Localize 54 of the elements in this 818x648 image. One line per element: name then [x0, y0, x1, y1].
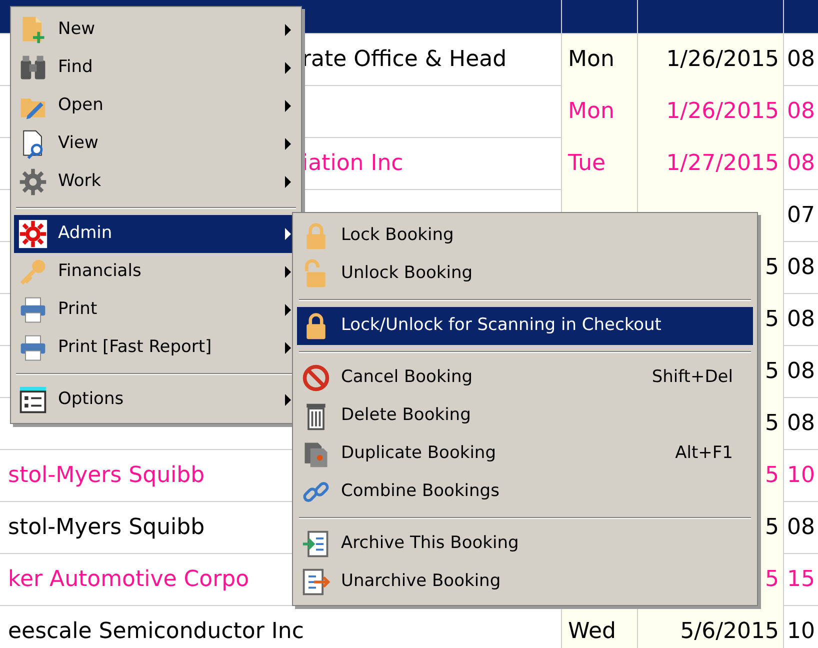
table-cell: 5/6/2015: [680, 619, 779, 644]
shortcut-label: Alt+F1: [675, 442, 734, 466]
table-cell: 10: [787, 463, 815, 488]
archive-arrow-icon: [301, 529, 331, 559]
table-cell: 15: [787, 567, 815, 592]
gear-icon: [18, 167, 48, 197]
table-cell: Mon: [568, 99, 614, 124]
menu-item[interactable]: Unarchive Booking: [297, 563, 753, 601]
shortcut-label: Shift+Del: [652, 366, 734, 390]
table-cell: 08: [787, 151, 815, 176]
menu-item[interactable]: Find: [14, 49, 298, 87]
options-list-icon: [18, 385, 48, 415]
menu-item[interactable]: Lock Booking: [297, 217, 753, 255]
table-cell: ker Automotive Corpo: [8, 567, 250, 592]
menu-item[interactable]: Delete Booking: [297, 397, 753, 435]
table-cell: Tue: [568, 151, 606, 176]
menu-item[interactable]: Archive This Booking: [297, 525, 753, 563]
menu-item[interactable]: Combine Bookings: [297, 473, 753, 511]
table-cell: Wed: [568, 619, 616, 644]
menu-item[interactable]: Open: [14, 87, 298, 125]
prohibited-icon: [301, 363, 331, 393]
menu-item[interactable]: Lock/Unlock for Scanning in Checkout: [297, 307, 753, 345]
table-cell: 5: [765, 359, 779, 384]
table-cell: 08: [787, 411, 815, 436]
table-cell: 08: [787, 307, 815, 332]
table-cell: 5: [765, 567, 779, 592]
table-cell: 1/26/2015: [666, 99, 779, 124]
table-cell: eescale Semiconductor Inc: [8, 619, 304, 644]
table-cell: Mon: [568, 47, 614, 72]
table-cell: stol-Myers Squibb: [8, 515, 205, 540]
table-cell: 1/27/2015: [666, 151, 779, 176]
menu-item[interactable]: Unlock Booking: [297, 255, 753, 293]
menu-item[interactable]: Cancel Booking Shift+Del: [297, 359, 753, 397]
table-cell: 07: [787, 203, 815, 228]
menu-item[interactable]: Duplicate Booking Alt+F1: [297, 435, 753, 473]
printer-icon: [18, 295, 48, 325]
gear-icon: [18, 219, 48, 249]
table-cell: iation Inc: [302, 151, 404, 176]
table-cell: 5: [765, 411, 779, 436]
table-cell: 5: [765, 515, 779, 540]
table-cell: 1/26/2015: [666, 47, 779, 72]
printer-icon: [18, 333, 48, 363]
table-cell: 08: [787, 255, 815, 280]
table-cell: 08: [787, 515, 815, 540]
table-cell: 5: [765, 307, 779, 332]
key-icon: [18, 257, 48, 287]
table-cell: 08: [787, 47, 815, 72]
table-cell: 10: [787, 619, 815, 644]
table-cell: 08: [787, 359, 815, 384]
table-cell: 5: [765, 463, 779, 488]
table-cell: stol-Myers Squibb: [8, 463, 205, 488]
table-cell: 5: [765, 255, 779, 280]
table-cell: 08: [787, 99, 815, 124]
unarchive-arrow-icon: [301, 567, 331, 597]
